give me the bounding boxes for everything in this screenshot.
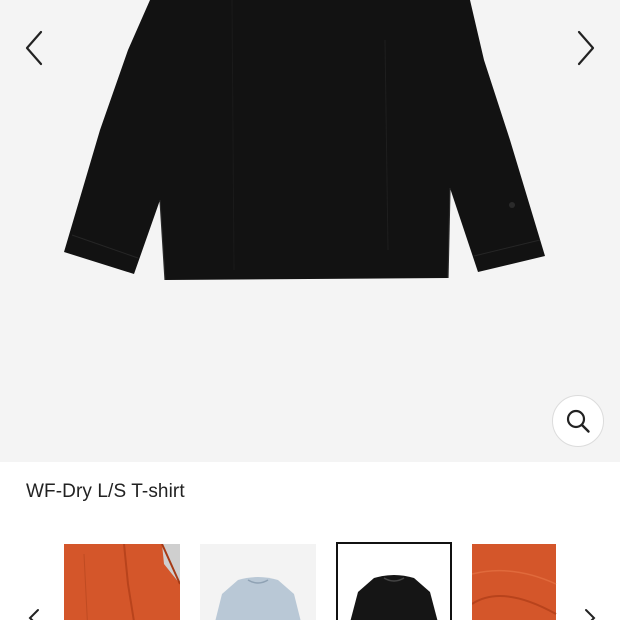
- chevron-right-icon: [577, 30, 595, 66]
- chevron-left-icon: [25, 30, 43, 66]
- product-image-gallery: [0, 0, 620, 462]
- thumbnail-image: [472, 544, 588, 620]
- product-title: WF-Dry L/S T-shirt: [26, 481, 185, 502]
- thumbnail-image: [200, 544, 316, 620]
- thumbnail-next-button[interactable]: [580, 608, 600, 620]
- gallery-prev-button[interactable]: [14, 28, 54, 68]
- gallery-next-button[interactable]: [566, 28, 606, 68]
- thumbnail-image: [338, 544, 450, 620]
- magnifier-icon: [566, 409, 590, 433]
- zoom-button[interactable]: [552, 395, 604, 447]
- thumbnail-2[interactable]: [200, 544, 316, 620]
- product-main-image: [64, 0, 545, 281]
- thumbnail-image: [64, 544, 180, 620]
- chevron-right-icon: [585, 609, 596, 620]
- thumbnail-3[interactable]: [336, 542, 452, 620]
- thumbnail-strip: [0, 538, 620, 620]
- thumbnail-prev-button[interactable]: [24, 608, 44, 620]
- thumbnail-1[interactable]: [64, 544, 180, 620]
- chevron-left-icon: [28, 609, 39, 620]
- thumbnail-4[interactable]: [472, 544, 588, 620]
